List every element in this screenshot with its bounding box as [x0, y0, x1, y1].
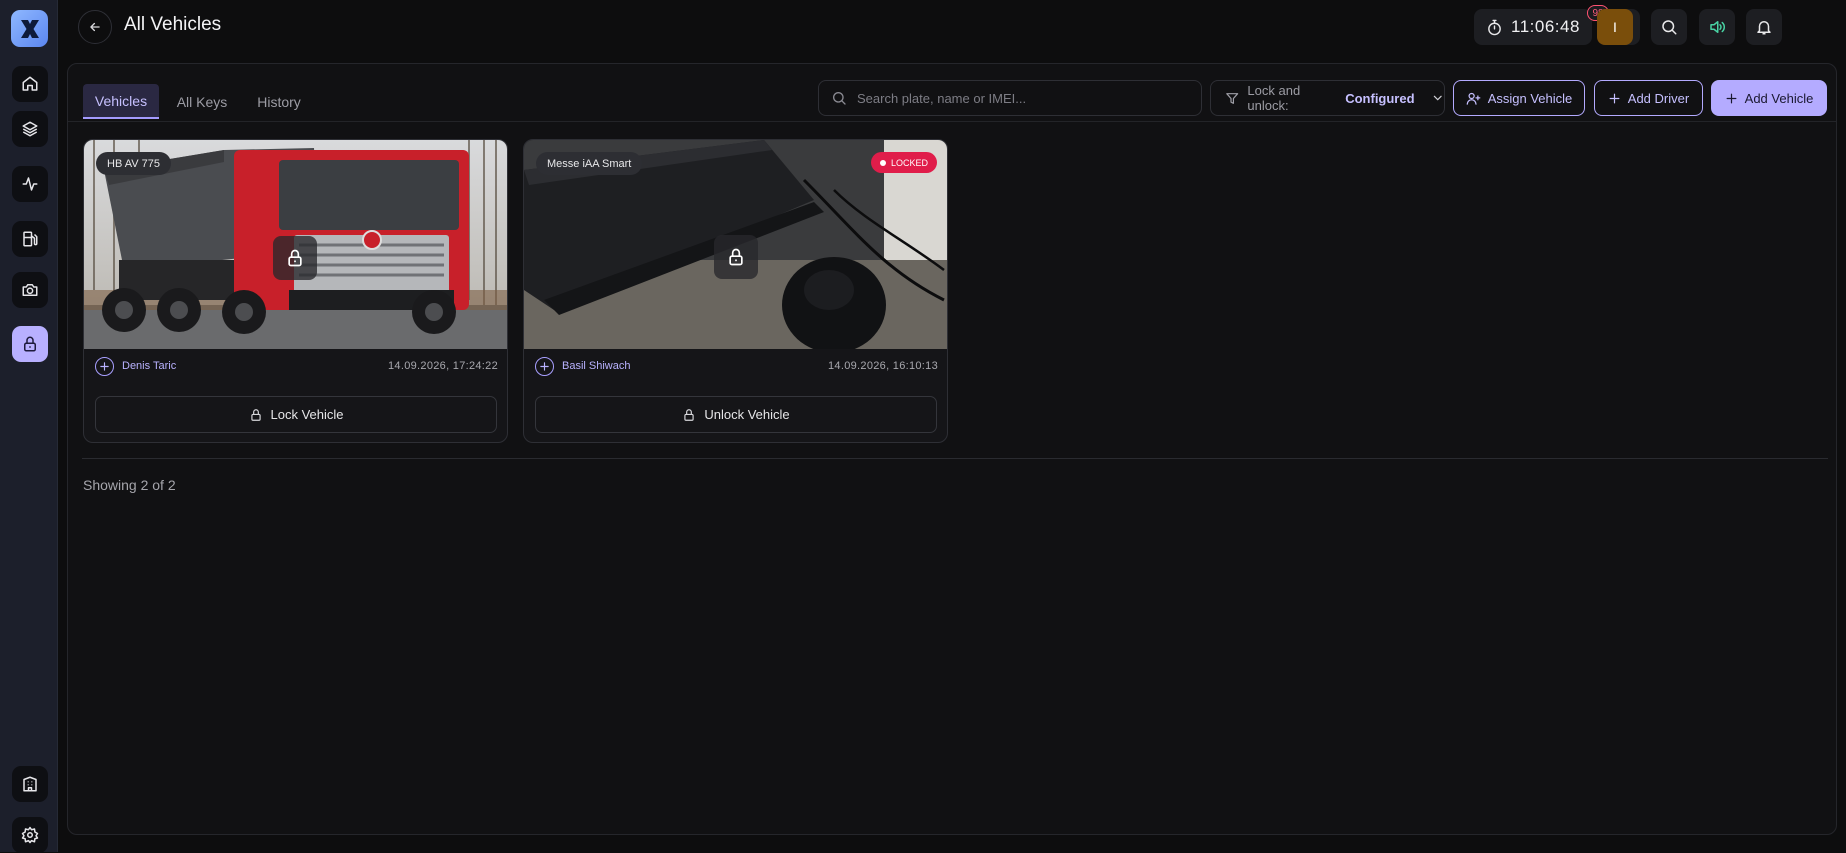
- filter-value: Configured: [1345, 90, 1415, 106]
- add-vehicle-label: Add Vehicle: [1744, 90, 1814, 106]
- vehicle-card: HB AV 775 Denis Taric 14.09.2026, 17:24:…: [83, 139, 508, 443]
- sidebar: [0, 0, 58, 853]
- chevron-down-icon: [1433, 95, 1442, 101]
- search-button[interactable]: [1651, 9, 1687, 45]
- add-driver-button[interactable]: Add Driver: [1594, 80, 1703, 116]
- speaker-icon: [1710, 21, 1725, 33]
- assign-vehicle-button[interactable]: Assign Vehicle: [1453, 80, 1585, 116]
- unlock-vehicle-label: Unlock Vehicle: [704, 407, 790, 422]
- home-icon[interactable]: [12, 66, 48, 102]
- add-vehicle-button[interactable]: Add Vehicle: [1711, 80, 1827, 116]
- back-button[interactable]: [78, 10, 112, 44]
- lock-icon: [729, 248, 743, 266]
- arrow-left-icon: [90, 22, 100, 32]
- list-divider: [82, 458, 1828, 459]
- search-icon: [1662, 20, 1677, 35]
- add-driver-label: Add Driver: [1627, 90, 1690, 106]
- locked-label: LOCKED: [890, 157, 928, 168]
- driver-name[interactable]: Denis Taric: [122, 360, 176, 372]
- search-icon: [833, 92, 846, 105]
- plus-icon: [1609, 93, 1620, 103]
- driver-row: Denis Taric 14.09.2026, 17:24:22: [84, 349, 507, 383]
- vehicle-photo: Messe iAA Smart LOCKED: [524, 140, 947, 349]
- lock-overlay[interactable]: [714, 235, 758, 279]
- x-logo-icon[interactable]: [11, 10, 48, 47]
- search-input[interactable]: [857, 90, 1177, 106]
- tab-history[interactable]: History: [246, 84, 312, 119]
- driver-name[interactable]: Basil Shiwach: [562, 360, 630, 372]
- add-driver-icon[interactable]: [535, 356, 554, 376]
- assign-vehicle-label: Assign Vehicle: [1487, 90, 1573, 106]
- locked-status-badge: LOCKED: [870, 152, 937, 173]
- camera-icon[interactable]: [12, 272, 48, 308]
- notifications-button[interactable]: [1746, 9, 1782, 45]
- plate-badge: HB AV 775: [96, 152, 171, 175]
- vehicle-photo: HB AV 775: [84, 140, 507, 349]
- status-dot: [879, 159, 886, 166]
- avatar[interactable]: I: [1597, 9, 1633, 45]
- user-plus-icon: [1466, 92, 1481, 105]
- pagination-info: Showing 2 of 2: [83, 477, 176, 493]
- gear-icon[interactable]: [12, 817, 48, 853]
- vehicle-card: Messe iAA Smart LOCKED Basil Shiwach 14.…: [523, 139, 948, 443]
- clock-time: 11:06:48: [1511, 17, 1580, 36]
- lock-overlay[interactable]: [273, 236, 317, 280]
- last-update-time: 14.09.2026, 17:24:22: [388, 360, 498, 372]
- top-bar: All Vehicles 11:06:48 98 I: [58, 0, 1846, 52]
- activity-icon[interactable]: [12, 166, 48, 202]
- clock-widget[interactable]: 11:06:48: [1474, 9, 1592, 45]
- lock-vehicle-button[interactable]: Lock Vehicle: [95, 396, 497, 433]
- last-update-time: 14.09.2026, 16:10:13: [828, 360, 938, 372]
- page-title: All Vehicles: [124, 14, 222, 35]
- tab-vehicles[interactable]: Vehicles: [83, 84, 159, 119]
- lock-icon[interactable]: [12, 326, 48, 362]
- add-driver-icon[interactable]: [95, 356, 114, 376]
- plate-badge: Messe iAA Smart: [536, 152, 643, 175]
- unlock-vehicle-button[interactable]: Unlock Vehicle: [535, 396, 937, 433]
- lock-icon: [288, 249, 302, 267]
- tabs-divider: [68, 121, 1836, 122]
- lock-vehicle-label: Lock Vehicle: [270, 407, 344, 422]
- filter-icon: [1226, 92, 1239, 104]
- plus-icon: [1726, 93, 1737, 103]
- filter-label: Lock and unlock:: [1247, 83, 1301, 113]
- unlock-icon: [684, 408, 695, 421]
- lock-filter-dropdown[interactable]: Lock and unlock: Configured: [1210, 80, 1445, 116]
- driver-row: Basil Shiwach 14.09.2026, 16:10:13: [524, 349, 947, 383]
- layers-icon[interactable]: [12, 111, 48, 147]
- search-box[interactable]: [818, 80, 1202, 116]
- tab-all-keys[interactable]: All Keys: [168, 84, 236, 119]
- fuel-icon[interactable]: [12, 221, 48, 257]
- building-icon[interactable]: [12, 766, 48, 802]
- bell-icon: [1757, 21, 1771, 35]
- stopwatch-icon: [1488, 19, 1501, 35]
- sound-button[interactable]: [1699, 9, 1735, 45]
- lock-icon: [250, 408, 261, 421]
